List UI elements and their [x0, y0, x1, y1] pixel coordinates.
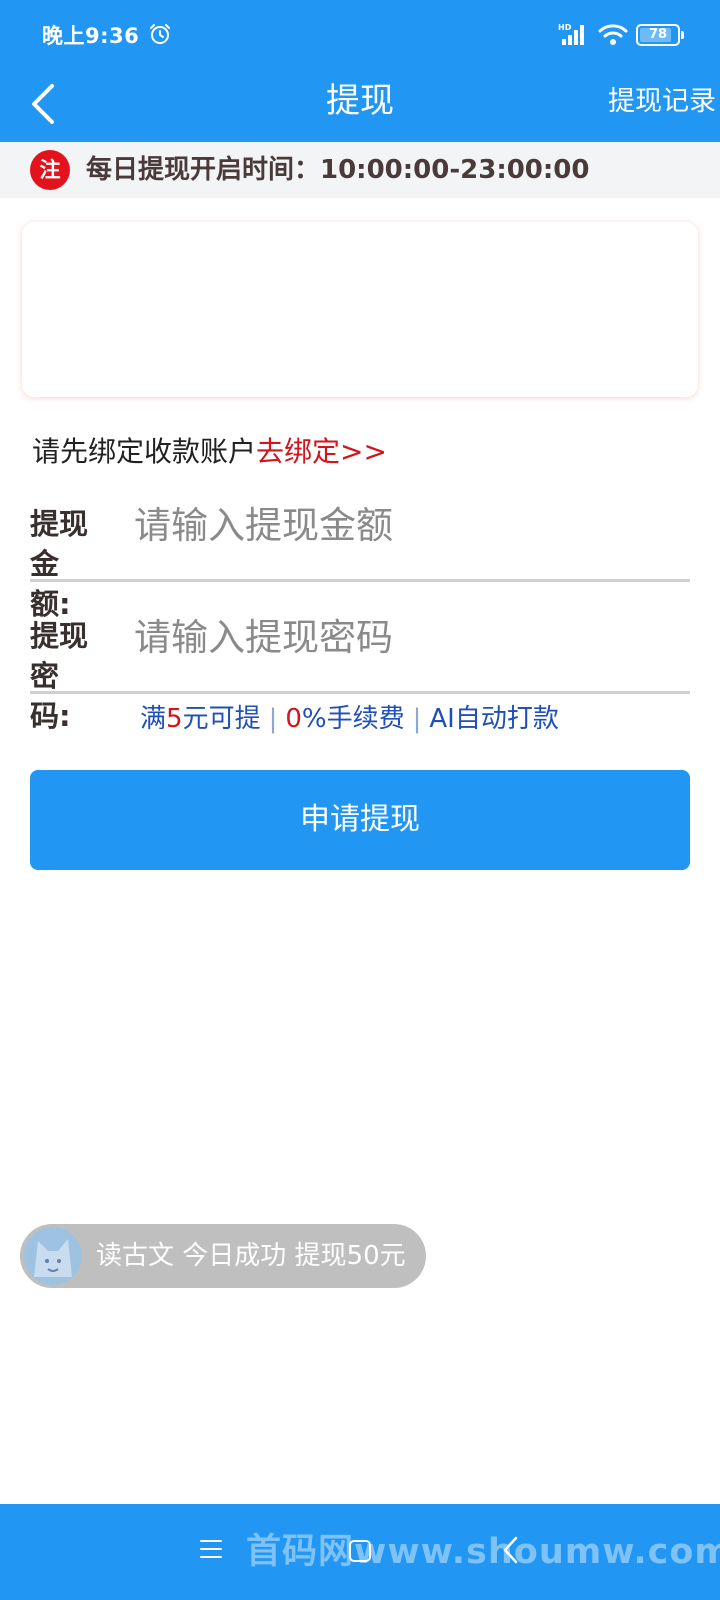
nav-bar: 提现 提现记录 [0, 70, 720, 142]
withdraw-record-link[interactable]: 提现记录 [608, 80, 716, 124]
status-time: 晚上9:36 [42, 24, 140, 48]
signal-hd-icon: HD [558, 23, 584, 45]
home-icon[interactable] [347, 1538, 373, 1564]
menu-icon[interactable] [198, 1536, 224, 1562]
status-bar: 晚上9:36 HD 78 [0, 0, 720, 70]
feature-auto-pay: AI自动打款 [429, 704, 559, 734]
amount-row: 提现金额: [30, 470, 690, 621]
bind-account-hint: 请先绑定收款账户去绑定>> [32, 430, 387, 474]
feature-min-b: 元可提 [182, 704, 261, 734]
alarm-icon [150, 24, 170, 44]
bind-account-link[interactable]: 去绑定>> [256, 435, 387, 468]
watermark: 首码网www.shoumw.com [246, 1532, 720, 1572]
avatar [24, 1227, 82, 1285]
battery-percent: 78 [648, 27, 668, 42]
bind-prompt: 请先绑定收款账户 [32, 435, 257, 468]
svg-text:HD: HD [558, 23, 572, 32]
feature-fee-text: %手续费 [301, 704, 405, 734]
wifi-icon [598, 24, 628, 45]
features-line: 满5元可提 | 0%手续费 | AI自动打款 [140, 698, 559, 740]
apply-withdraw-button[interactable]: 申请提现 [30, 770, 690, 870]
feature-min-a: 满 [140, 704, 167, 734]
password-label: 提现密码: [30, 619, 89, 733]
app-header: 晚上9:36 HD 78 提现 提现记录 [0, 0, 720, 142]
ticker-text: 读古文 今日成功 提现50元 [96, 1241, 406, 1271]
info-card [22, 222, 698, 397]
password-row: 提现密码: [30, 582, 690, 733]
notice-bar: 注 每日提现开启时间：10:00:00-23:00:00 [0, 142, 720, 198]
divider [30, 691, 690, 694]
cat-avatar-icon [34, 1239, 72, 1277]
feature-separator: | [268, 704, 278, 734]
amount-input[interactable] [134, 490, 674, 560]
success-ticker: 读古文 今日成功 提现50元 [20, 1224, 426, 1288]
system-nav-bar: 首码网www.shoumw.com [0, 1504, 720, 1600]
battery-icon: 78 [636, 24, 684, 46]
feature-fee-number: 0 [285, 704, 302, 734]
feature-min-number: 5 [166, 704, 183, 734]
notice-badge: 注 [30, 150, 70, 190]
password-input[interactable] [134, 602, 674, 672]
feature-separator: | [412, 704, 422, 734]
notice-text: 每日提现开启时间：10:00:00-23:00:00 [86, 155, 590, 185]
nav-back-icon[interactable] [500, 1534, 522, 1566]
